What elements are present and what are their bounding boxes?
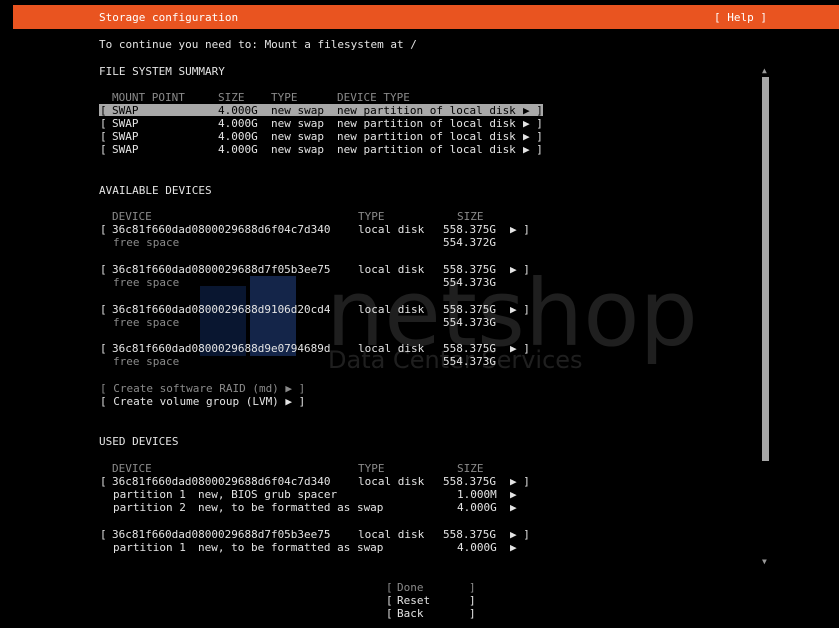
arrow-right-icon: ▶ ] bbox=[523, 117, 543, 130]
fs-row-size: 4.000G bbox=[218, 117, 258, 130]
partition-desc: new, BIOS grub spacer bbox=[198, 488, 338, 501]
arrow-right-icon: ▶ ] bbox=[523, 143, 543, 156]
arrow-right-icon: ▶ ] bbox=[510, 528, 530, 541]
arrow-right-icon: ▶ ] bbox=[510, 475, 530, 488]
partition-size: 1.000M bbox=[457, 488, 497, 501]
device-name: 36c81f660dad0800029688d9e0794689d bbox=[112, 342, 331, 355]
fs-row-type: new swap bbox=[271, 143, 324, 156]
free-space-size: 554.373G bbox=[443, 355, 496, 368]
fs-row-device-type: new partition of local disk bbox=[337, 104, 516, 117]
scrollbar-thumb[interactable] bbox=[762, 77, 769, 461]
free-space-size: 554.372G bbox=[443, 236, 496, 249]
fs-row-size: 4.000G bbox=[218, 104, 258, 117]
fs-row-mount: SWAP bbox=[112, 130, 139, 143]
device-size: 558.375G bbox=[443, 342, 496, 355]
col-size: SIZE bbox=[457, 210, 484, 223]
free-space-label: free space bbox=[113, 236, 180, 249]
device-name: 36c81f660dad0800029688d6f04c7d340 bbox=[112, 475, 331, 488]
col-device: DEVICE bbox=[112, 210, 152, 223]
fs-row-mount: SWAP bbox=[112, 117, 139, 130]
instruction-text: To continue you need to: Mount a filesys… bbox=[99, 38, 417, 51]
create-raid-button[interactable]: [ Create software RAID (md) ▶ ] bbox=[100, 382, 305, 395]
partition-label: partition 1 bbox=[113, 541, 186, 554]
scroll-up-icon[interactable]: ▲ bbox=[762, 64, 767, 77]
partition-desc: new, to be formatted as swap bbox=[198, 501, 384, 514]
help-button[interactable]: [ Help ] bbox=[714, 11, 767, 24]
device-type: local disk bbox=[358, 475, 425, 488]
fs-row-device-type: new partition of local disk bbox=[337, 130, 516, 143]
arrow-right-icon: ▶ ] bbox=[510, 263, 530, 276]
free-space-size: 554.373G bbox=[443, 276, 496, 289]
fs-row-device-type: new partition of local disk bbox=[337, 117, 516, 130]
col-size: SIZE bbox=[457, 462, 484, 475]
fs-row-size: 4.000G bbox=[218, 130, 258, 143]
free-space-label: free space bbox=[113, 276, 180, 289]
device-type: local disk bbox=[358, 528, 425, 541]
col-device-type: DEVICE TYPE bbox=[337, 91, 410, 104]
free-space-label: free space bbox=[113, 355, 180, 368]
arrow-right-icon: ▶ ] bbox=[523, 130, 543, 143]
fs-row-mount: SWAP bbox=[112, 143, 139, 156]
partition-label: partition 1 bbox=[113, 488, 186, 501]
header-bar: Storage configuration [ Help ] bbox=[13, 5, 839, 29]
fs-row-device-type: new partition of local disk bbox=[337, 143, 516, 156]
partition-desc: new, to be formatted as swap bbox=[198, 541, 384, 554]
page-title: Storage configuration bbox=[99, 11, 239, 24]
device-size: 558.375G bbox=[443, 263, 496, 276]
scroll-down-icon[interactable]: ▼ bbox=[762, 555, 767, 568]
col-type: TYPE bbox=[271, 91, 298, 104]
fs-row-type: new swap bbox=[271, 117, 324, 130]
fs-row-type: new swap bbox=[271, 130, 324, 143]
col-size: SIZE bbox=[218, 91, 245, 104]
device-size: 558.375G bbox=[443, 303, 496, 316]
arrow-right-icon: ▶ ] bbox=[523, 104, 543, 117]
partition-size: 4.000G bbox=[457, 501, 497, 514]
partition-label: partition 2 bbox=[113, 501, 186, 514]
available-devices-heading: AVAILABLE DEVICES bbox=[99, 184, 212, 197]
arrow-right-icon: ▶ bbox=[510, 541, 517, 554]
device-type: local disk bbox=[358, 342, 425, 355]
free-space-label: free space bbox=[113, 316, 180, 329]
col-mount-point: MOUNT POINT bbox=[112, 91, 185, 104]
col-type: TYPE bbox=[358, 210, 385, 223]
free-space-size: 554.373G bbox=[443, 316, 496, 329]
device-type: local disk bbox=[358, 223, 425, 236]
arrow-right-icon: ▶ ] bbox=[510, 223, 530, 236]
arrow-right-icon: ▶ bbox=[510, 488, 517, 501]
fs-summary-heading: FILE SYSTEM SUMMARY bbox=[99, 65, 225, 78]
device-type: local disk bbox=[358, 303, 425, 316]
device-size: 558.375G bbox=[443, 475, 496, 488]
partition-size: 4.000G bbox=[457, 541, 497, 554]
device-type: local disk bbox=[358, 263, 425, 276]
fs-row-size: 4.000G bbox=[218, 143, 258, 156]
device-name: 36c81f660dad0800029688d6f04c7d340 bbox=[112, 223, 331, 236]
device-name: 36c81f660dad0800029688d7f05b3ee75 bbox=[112, 528, 331, 541]
used-devices-heading: USED DEVICES bbox=[99, 435, 179, 448]
device-size: 558.375G bbox=[443, 223, 496, 236]
device-name: 36c81f660dad0800029688d9106d20cd4 bbox=[112, 303, 331, 316]
fs-row-type: new swap bbox=[271, 104, 324, 117]
device-name: 36c81f660dad0800029688d7f05b3ee75 bbox=[112, 263, 331, 276]
arrow-right-icon: ▶ bbox=[510, 501, 517, 514]
arrow-right-icon: ▶ ] bbox=[510, 342, 530, 355]
col-device: DEVICE bbox=[112, 462, 152, 475]
device-size: 558.375G bbox=[443, 528, 496, 541]
col-type: TYPE bbox=[358, 462, 385, 475]
arrow-right-icon: ▶ ] bbox=[510, 303, 530, 316]
create-lvm-button[interactable]: [ Create volume group (LVM) ▶ ] bbox=[100, 395, 305, 408]
fs-row-mount: SWAP bbox=[112, 104, 139, 117]
